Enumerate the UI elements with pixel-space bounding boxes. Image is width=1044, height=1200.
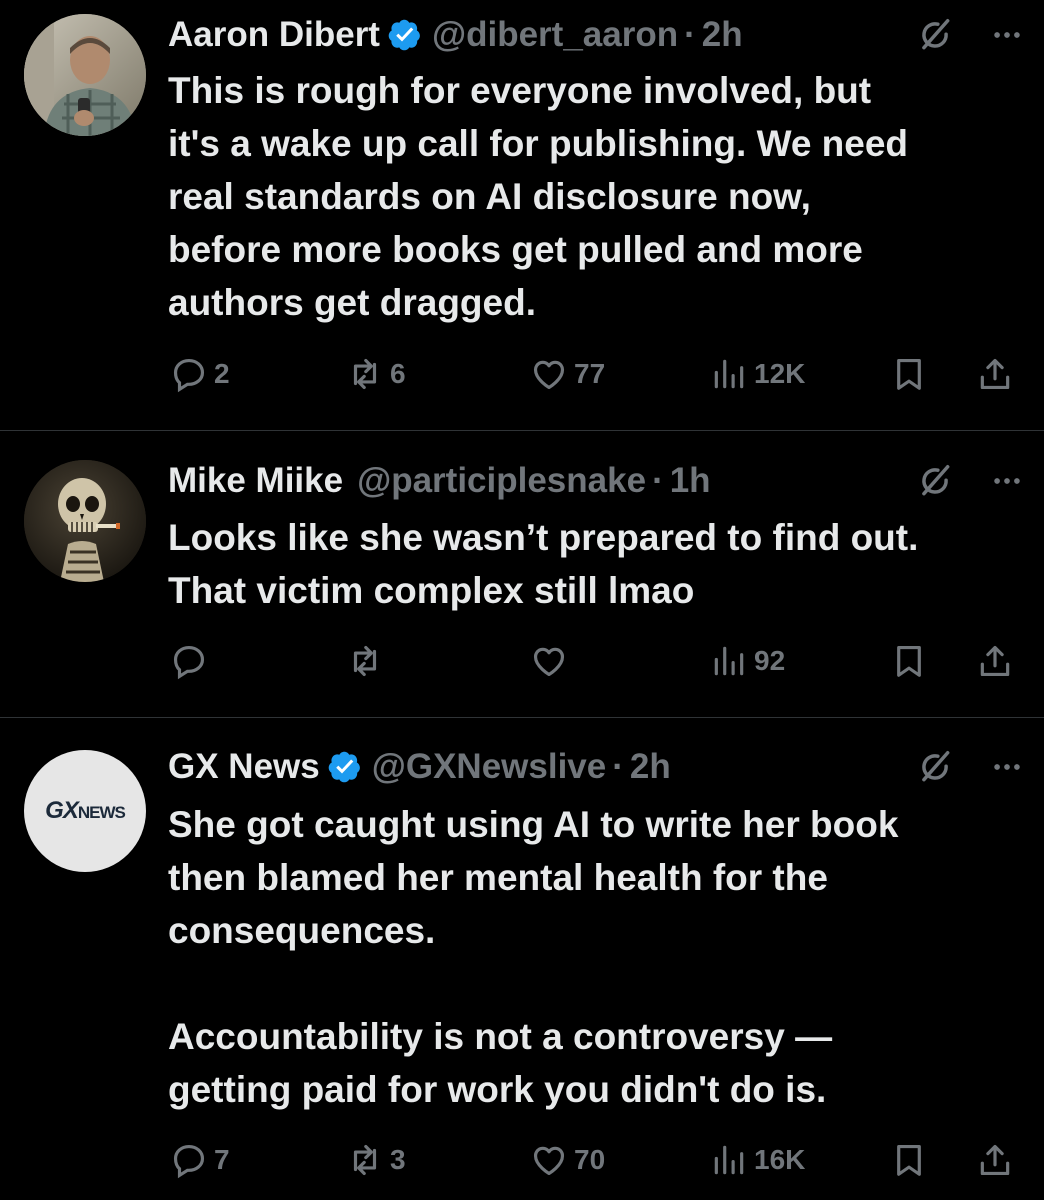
like-count: 77	[574, 358, 606, 389]
bookmark-button[interactable]	[890, 352, 928, 396]
reply-button[interactable]	[170, 639, 214, 683]
header-actions	[916, 461, 1024, 501]
views-icon	[714, 646, 744, 676]
repost-count: 3	[390, 1144, 406, 1175]
author-name[interactable]: Aaron Dibert	[168, 15, 380, 55]
bookmark-icon	[897, 1144, 921, 1176]
heart-icon	[533, 360, 565, 390]
tweet-text: Looks like she wasn’t prepared to find o…	[168, 517, 919, 611]
verified-badge-icon	[328, 751, 360, 783]
user-photo-avatar-icon	[24, 14, 146, 136]
grok-icon[interactable]	[916, 16, 954, 54]
views-button[interactable]: 16K	[710, 1138, 805, 1182]
tweet-2[interactable]: Mike Miike @participlesnake · 1h Looks l…	[0, 431, 1044, 717]
reply-icon	[173, 358, 205, 393]
verified-badge-icon	[388, 19, 420, 51]
header-actions	[916, 747, 1024, 787]
views-icon	[714, 1145, 744, 1175]
repost-button[interactable]	[346, 639, 390, 683]
tweet-header: Aaron Dibert @dibert_aaron · 2h	[168, 15, 1024, 55]
more-options-icon[interactable]	[990, 750, 1024, 784]
views-button[interactable]: 12K	[710, 352, 805, 396]
timestamp[interactable]: 2h	[630, 747, 671, 787]
timestamp[interactable]: 1h	[670, 461, 711, 501]
views-count: 16K	[754, 1144, 806, 1175]
tweet-1[interactable]: Aaron Dibert @dibert_aaron · 2h This is …	[0, 0, 1044, 430]
author-handle[interactable]: @participlesnake	[357, 461, 646, 501]
tweet-header: Mike Miike @participlesnake · 1h	[168, 461, 1024, 501]
share-icon	[980, 645, 1010, 677]
share-icon	[980, 358, 1010, 390]
heart-icon	[533, 1146, 565, 1176]
repost-button[interactable]: 3	[346, 1138, 406, 1182]
share-icon	[980, 1144, 1010, 1176]
avatar-aaron-dibert[interactable]	[24, 14, 146, 136]
tweet-text: She got caught using AI to write her boo…	[168, 804, 899, 1110]
like-button[interactable]: 77	[530, 352, 605, 396]
more-options-icon[interactable]	[990, 464, 1024, 498]
tweet-actions: 7 3 70 16K	[168, 1138, 1024, 1182]
bookmark-button[interactable]	[890, 1138, 928, 1182]
views-count: 92	[754, 645, 786, 676]
grok-icon[interactable]	[916, 462, 954, 500]
repost-icon	[353, 645, 377, 677]
header-actions	[916, 15, 1024, 55]
skull-painting-avatar-icon	[24, 460, 146, 582]
reply-count: 7	[214, 1144, 230, 1175]
author-handle[interactable]: @dibert_aaron	[432, 15, 678, 55]
heart-icon	[533, 647, 565, 677]
repost-icon	[353, 358, 377, 390]
repost-icon	[353, 1144, 377, 1176]
logo-gx: GX	[45, 797, 79, 824]
separator-dot: ·	[684, 15, 696, 54]
bookmark-button[interactable]	[890, 639, 928, 683]
tweet-header: GX News @GXNewslive · 2h	[168, 747, 1024, 787]
like-count: 70	[574, 1144, 606, 1175]
reply-icon	[173, 1144, 205, 1179]
author-name[interactable]: Mike Miike	[168, 461, 343, 501]
avatar-mike-miike[interactable]	[24, 460, 146, 582]
timestamp[interactable]: 2h	[702, 15, 743, 55]
repost-button[interactable]: 6	[346, 352, 406, 396]
like-button[interactable]: 70	[530, 1138, 605, 1182]
author-handle[interactable]: @GXNewslive	[372, 747, 607, 787]
separator-dot: ·	[612, 747, 624, 786]
more-options-icon[interactable]	[990, 18, 1024, 52]
reply-button[interactable]: 7	[170, 1138, 230, 1182]
share-button[interactable]	[976, 1138, 1014, 1182]
tweet-actions: 2 6 77 12K	[168, 352, 1024, 396]
repost-count: 6	[390, 358, 406, 389]
tweet-3[interactable]: GXNEWS GX News @GXNewslive · 2h She got …	[0, 718, 1044, 1200]
views-icon	[714, 359, 744, 389]
reply-button[interactable]: 2	[170, 352, 230, 396]
share-button[interactable]	[976, 352, 1014, 396]
gx-news-logo-avatar: GXNEWS	[45, 797, 126, 825]
grok-icon[interactable]	[916, 748, 954, 786]
bookmark-icon	[897, 358, 921, 390]
separator-dot: ·	[652, 461, 664, 500]
avatar-gx-news[interactable]: GXNEWS	[24, 750, 146, 872]
views-count: 12K	[754, 358, 806, 389]
author-name[interactable]: GX News	[168, 747, 320, 787]
tweet-actions: 92	[168, 639, 1024, 683]
views-button[interactable]: 92	[710, 639, 785, 683]
reply-count: 2	[214, 358, 230, 389]
logo-news: NEWS	[77, 803, 126, 822]
like-button[interactable]	[530, 639, 574, 683]
bookmark-icon	[897, 645, 921, 677]
tweet-text: This is rough for everyone involved, but…	[168, 70, 909, 323]
share-button[interactable]	[976, 639, 1014, 683]
reply-icon	[173, 645, 205, 680]
